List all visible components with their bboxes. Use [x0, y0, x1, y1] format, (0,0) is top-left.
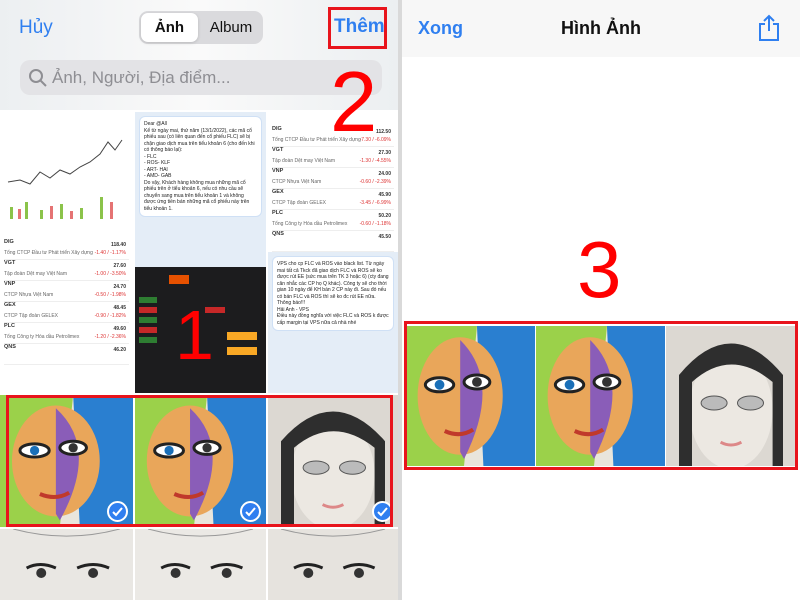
stock-change: -0.50 / -1.98% — [94, 292, 126, 298]
chat-line: Điều này đồng nghĩa với việc FLC và ROS … — [277, 313, 389, 326]
chat-content: VPS cho cp FLC và ROS vào black list. Từ… — [268, 252, 398, 393]
highlight-box-added — [404, 321, 798, 470]
stock-code: PLC — [4, 323, 15, 329]
search-input[interactable]: Ảnh, Người, Địa điểm... — [20, 60, 382, 95]
stock-name: CTCP Tập đoàn GELEX — [4, 313, 59, 319]
stock-row: QNS 46.20 — [4, 344, 129, 365]
album-nav-bar: Xong Hình Ảnh — [402, 0, 800, 57]
photo-picker-screen: Hủy Ảnh Album Thêm Ảnh, Người, Địa điểm.… — [0, 0, 398, 600]
stock-name: CTCP Nhựa Việt Nam — [272, 179, 322, 185]
stock-price: 48.45 — [113, 305, 126, 311]
drawing-image — [280, 529, 386, 579]
stock-change: -1.00 / -3.50% — [94, 271, 126, 277]
stock-row: VGT 27.60 Tập đoàn Dệt may Việt Nam -1.00 /… — [4, 260, 129, 281]
stock-row: VGT 27.30 Tập đoàn Dệt may Việt Nam -1.30 /… — [272, 147, 394, 168]
photo-thumbnail-sketch[interactable] — [268, 529, 398, 600]
drawing-image — [147, 529, 254, 579]
stock-price: 45.90 — [378, 192, 391, 198]
stock-price: 45.50 — [378, 234, 391, 240]
stock-row: PLC 50.20 Tổng Công ty Hóa dầu Petrolimex -… — [272, 210, 394, 231]
stock-row: QNS 45.50 — [272, 231, 394, 252]
chat-line: Do vậy, Khách hàng không mua những mã cổ… — [144, 179, 250, 212]
stock-code: QNS — [272, 231, 284, 237]
stock-name: Tổng Công ty Hóa dầu Petrolimex — [272, 221, 348, 227]
stock-name: Tổng CTCP Đầu tư Phát triển Xây dựng — [4, 250, 93, 256]
stock-name: Tập đoàn Dệt may Việt Nam — [4, 271, 67, 277]
stock-code: VGT — [272, 147, 284, 153]
cancel-button[interactable]: Hủy — [19, 17, 53, 39]
stock-name: CTCP Nhựa Việt Nam — [4, 292, 54, 298]
stock-change: -1.30 / -4.55% — [359, 158, 391, 164]
stock-change: -1.40 / -1.17% — [94, 250, 126, 256]
stock-name: Tổng Công ty Hóa dầu Petrolimex — [4, 334, 80, 340]
stock-code: PLC — [272, 210, 283, 216]
chat-line: VPS cho cp FLC và ROS vào black list. Từ… — [277, 261, 389, 300]
stock-code: VNP — [272, 168, 284, 174]
step-number-2: 2 — [330, 55, 378, 150]
stock-chart-image — [0, 112, 133, 232]
drawing-image — [13, 529, 120, 579]
stock-price: 27.30 — [378, 150, 391, 156]
stock-row: GEX 45.90 CTCP Tập đoàn GELEX -3.45 / -6.99… — [272, 189, 394, 210]
stock-change: -0.60 / -2.39% — [359, 179, 391, 185]
stock-code: VNP — [4, 281, 16, 287]
stock-code: DIG — [272, 126, 282, 132]
highlight-box-add — [328, 7, 387, 49]
stock-code: GEX — [272, 189, 284, 195]
photo-thumbnail-stock-list[interactable]: DIG 112.50 Tổng CTCP Đầu tư Phát triển Xây… — [268, 112, 398, 393]
stock-change: -0.90 / -1.82% — [94, 313, 126, 319]
stock-row: VNP 24.00 CTCP Nhựa Việt Nam -0.60 / -2.39% — [272, 168, 394, 189]
stock-code: VGT — [4, 260, 16, 266]
stock-row: VNP 24.70 CTCP Nhựa Việt Nam -0.50 / -1.98% — [4, 281, 129, 302]
chat-content: Dear @All Kể từ ngày mai, thứ năm (13/1/2… — [135, 112, 266, 226]
step-number-3: 3 — [577, 225, 622, 314]
stock-row: DIG 118.40 Tổng CTCP Đầu tư Phát triển Xây… — [4, 239, 129, 260]
step-number-1: 1 — [175, 296, 214, 374]
search-icon — [29, 69, 47, 87]
photo-thumbnail-sketch[interactable] — [135, 529, 266, 600]
stock-change: -1.20 / -2.36% — [94, 334, 126, 340]
stock-price: 49.60 — [113, 326, 126, 332]
segmented-control: Ảnh Album — [139, 11, 263, 44]
stock-row: GEX 48.45 CTCP Tập đoàn GELEX -0.90 / -1.82… — [4, 302, 129, 323]
stock-change: -0.60 / -1.18% — [359, 221, 391, 227]
stock-price: 112.50 — [375, 129, 391, 135]
search-placeholder: Ảnh, Người, Địa điểm... — [52, 68, 231, 87]
stock-price: 50.20 — [378, 213, 391, 219]
share-icon[interactable] — [758, 14, 780, 42]
photo-thumbnail-sketch[interactable] — [0, 529, 133, 600]
album-screen: Xong Hình Ảnh 3 — [402, 0, 800, 600]
tab-photos[interactable]: Ảnh — [141, 13, 198, 42]
stock-price: 27.60 — [113, 263, 126, 269]
stock-code: QNS — [4, 344, 16, 350]
tab-album[interactable]: Album — [201, 13, 261, 42]
photo-thumbnail-stock-chart[interactable]: DIG 118.40 Tổng CTCP Đầu tư Phát triển Xây… — [0, 112, 133, 393]
stock-code: DIG — [4, 239, 14, 245]
highlight-box-selected — [6, 395, 393, 527]
stock-name: Tập đoàn Dệt may Việt Nam — [272, 158, 335, 164]
stock-name: CTCP Tập đoàn GELEX — [272, 200, 327, 206]
stock-price: 24.70 — [113, 284, 126, 290]
stock-list: DIG 118.40 Tổng CTCP Đầu tư Phát triển Xây… — [0, 237, 133, 367]
stock-change: -3.45 / -6.99% — [359, 200, 391, 206]
album-title: Hình Ảnh — [561, 18, 641, 38]
stock-row: PLC 49.60 Tổng Công ty Hóa dầu Petrolimex -… — [4, 323, 129, 344]
stock-price: 46.20 — [113, 347, 126, 353]
stock-code: GEX — [4, 302, 16, 308]
chat-line: Kể từ ngày mai, thứ năm (13/1/2022), các… — [144, 127, 255, 154]
stock-price: 118.40 — [110, 242, 126, 248]
stock-price: 24.00 — [378, 171, 391, 177]
